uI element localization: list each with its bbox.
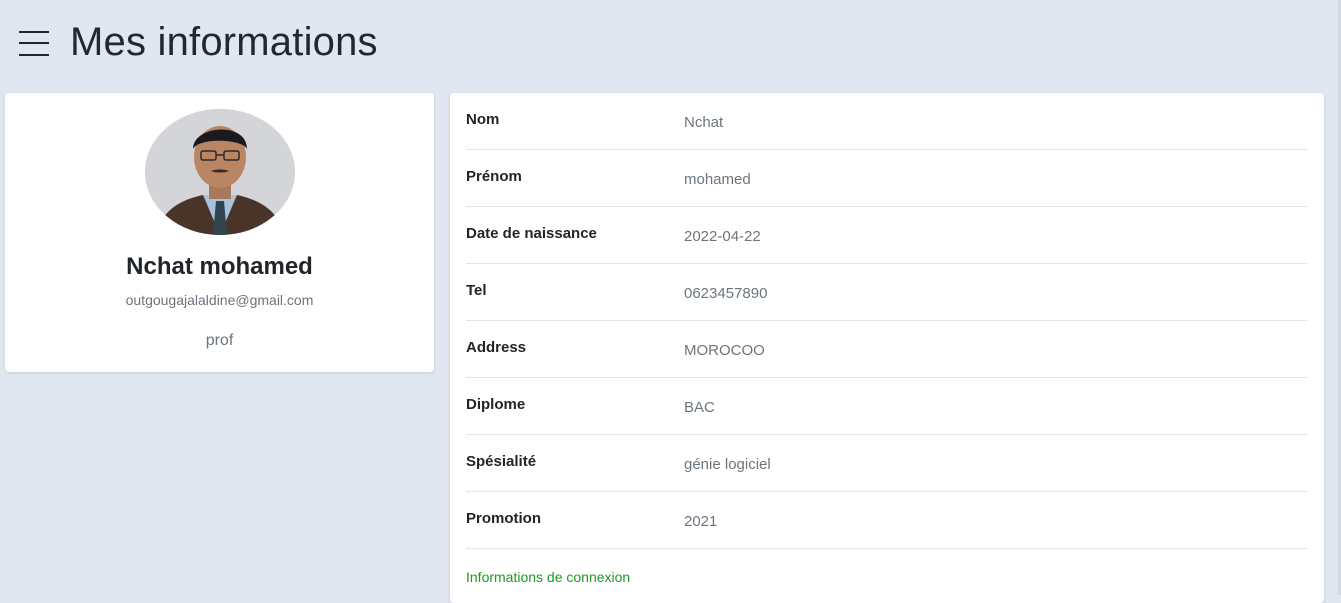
info-value: 2022-04-22 [684,228,761,245]
info-row-diplome: Diplome BAC [466,378,1308,435]
personal-info-card: Nom Nchat Prénom mohamed Date de naissan… [450,93,1324,603]
profile-card: Nchat mohamed outgougajalaldine@gmail.co… [5,93,434,372]
info-value: Nchat [684,114,724,131]
info-row-specialite: Spésialité génie logiciel [466,435,1308,492]
page-header: Mes informations [0,0,1330,90]
connexion-info-link[interactable]: Informations de connexion [466,569,630,585]
avatar [145,109,295,235]
profile-role: prof [205,332,234,349]
info-value: BAC [684,399,715,416]
info-row-address: Address MOROCOO [466,321,1308,378]
info-label: Spésialité [466,453,537,470]
info-row-tel: Tel 0623457890 [466,264,1308,321]
info-label: Diplome [466,396,526,413]
info-row-prenom: Prénom mohamed [466,150,1308,207]
info-value: génie logiciel [684,456,771,473]
info-value: mohamed [684,171,751,188]
hamburger-menu-icon[interactable] [19,29,49,57]
info-row-date-naissance: Date de naissance 2022-04-22 [466,207,1308,264]
profile-email: outgougajalaldine@gmail.com [125,292,314,308]
info-label: Promotion [466,510,541,527]
info-value: MOROCOO [684,342,765,359]
info-value: 2021 [684,513,718,530]
page-title: Mes informations [70,20,378,64]
profile-name: Nchat mohamed [126,253,313,280]
info-label: Date de naissance [466,225,597,242]
info-label: Nom [466,111,500,128]
info-value: 0623457890 [684,285,768,302]
info-row-nom: Nom Nchat [466,93,1308,150]
info-label: Tel [466,282,487,299]
info-row-promotion: Promotion 2021 [466,492,1308,549]
info-label: Prénom [466,168,522,185]
info-label: Address [466,339,527,356]
